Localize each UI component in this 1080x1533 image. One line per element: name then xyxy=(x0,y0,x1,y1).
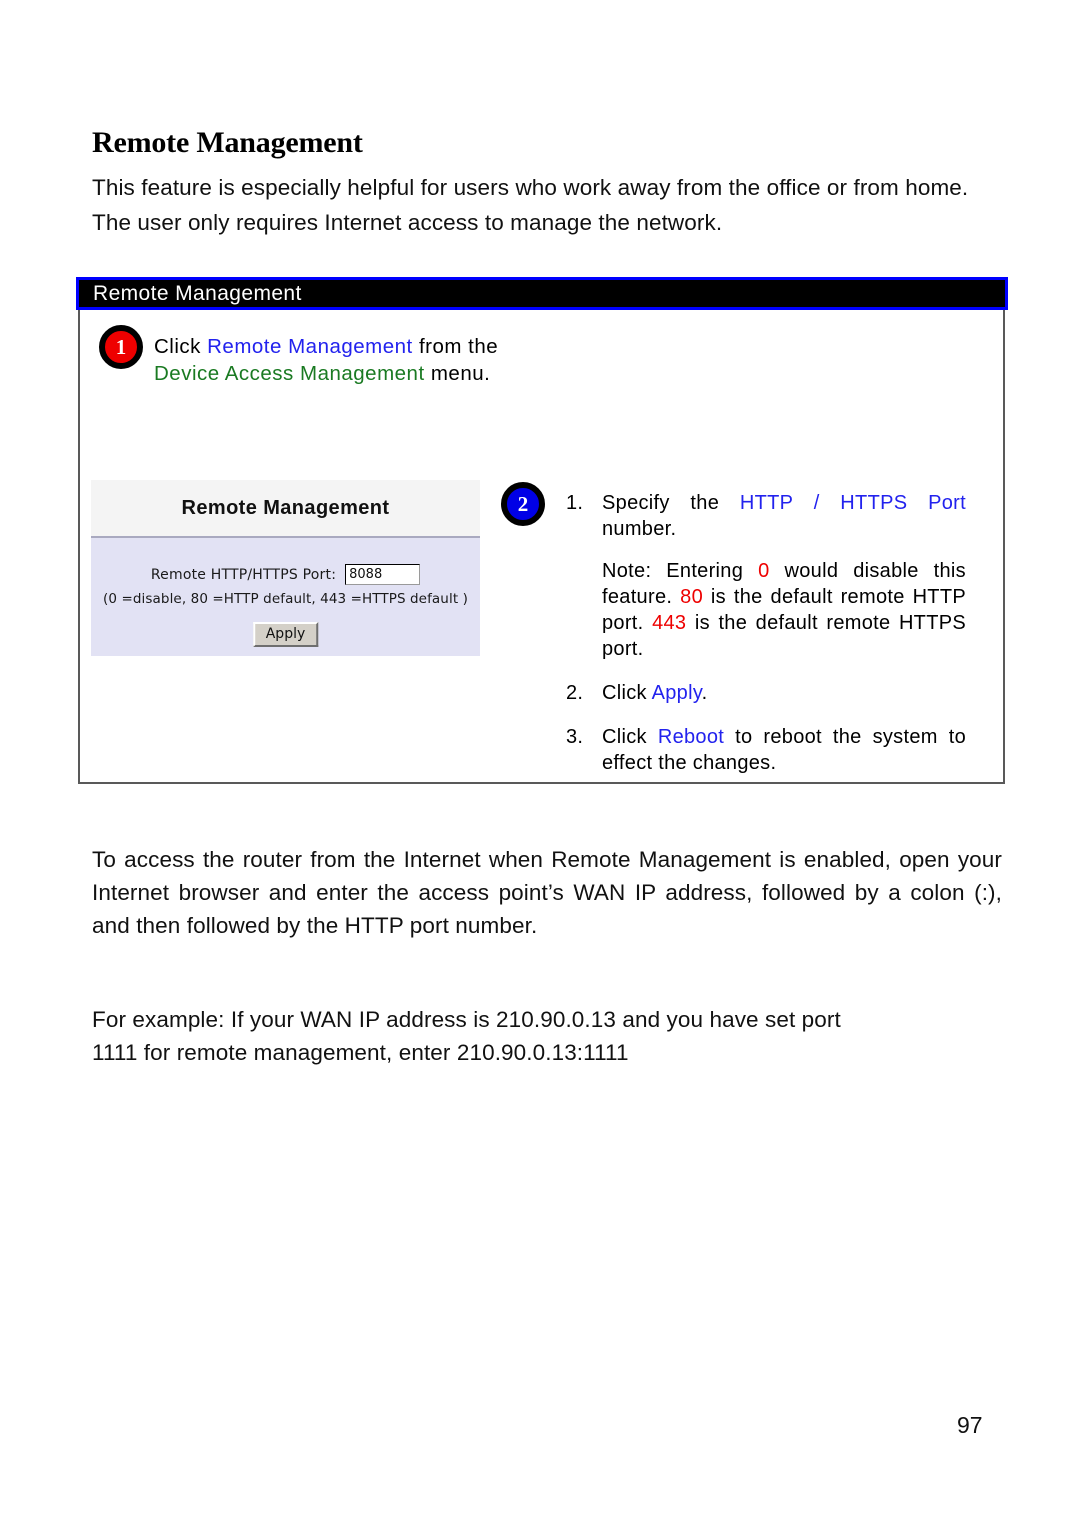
step-badge-2: 2 xyxy=(501,482,545,526)
list-item-body: Specify the HTTP / HTTPS Port number. No… xyxy=(602,490,966,662)
specify-text-2: number. xyxy=(602,518,677,540)
intro-paragraphs: This feature is especially helpful for u… xyxy=(92,172,1004,238)
note-value-443: 443 xyxy=(652,612,687,634)
step-badge-1: 1 xyxy=(99,325,143,369)
step-1-text: Click Remote Management from the Device … xyxy=(154,333,524,387)
step1-menu-device-access-management[interactable]: Device Access Management xyxy=(154,362,425,385)
click-apply-text-2: . xyxy=(701,682,708,704)
remote-port-hint: (0 =disable, 80 =HTTP default, 443 =HTTP… xyxy=(103,591,468,607)
intro-line-2: The user only requires Internet access t… xyxy=(92,210,723,235)
page-title: Remote Management xyxy=(92,126,363,159)
list-item-body: Click Apply. xyxy=(602,680,966,706)
router-panel: Remote Management Remote HTTP/HTTPS Port… xyxy=(91,480,480,656)
list-item-number: 2. xyxy=(566,682,584,704)
list-item: 2. Click Apply. xyxy=(566,680,966,706)
step-2-list: 1. Specify the HTTP / HTTPS Port number.… xyxy=(566,490,966,778)
step1-text-1: Click xyxy=(154,335,208,358)
note-text-1: Note: Entering xyxy=(602,560,759,582)
router-panel-header: Remote Management xyxy=(91,480,480,538)
list-item: 3. Click Reboot to reboot the system to … xyxy=(566,724,966,776)
step1-link-remote-management[interactable]: Remote Management xyxy=(207,335,413,358)
note-value-80: 80 xyxy=(680,586,704,608)
access-paragraph: To access the router from the Internet w… xyxy=(92,847,1002,938)
intro-line-1: This feature is especially helpful for u… xyxy=(92,175,969,200)
example-line-1: For example: If your WAN IP address is 2… xyxy=(92,1007,841,1032)
remote-port-field-row: Remote HTTP/HTTPS Port: 8088 xyxy=(91,564,480,585)
list-item-body: Click Reboot to reboot the system to eff… xyxy=(602,724,966,776)
list-item: 1. Specify the HTTP / HTTPS Port number.… xyxy=(566,490,966,662)
click-apply-text-1: Click xyxy=(602,682,652,704)
specify-port-instruction: Specify the HTTP / HTTPS Port number. xyxy=(602,490,966,542)
http-https-port-link[interactable]: HTTP / HTTPS Port xyxy=(740,492,966,514)
list-item-number: 1. xyxy=(566,492,584,514)
specify-text-1: Specify the xyxy=(602,492,740,514)
callout-title: Remote Management xyxy=(93,282,302,305)
example-line-2: 1111 for remote management, enter 210.90… xyxy=(92,1040,629,1065)
remote-port-label: Remote HTTP/HTTPS Port: xyxy=(150,566,337,583)
list-item-number: 3. xyxy=(566,726,584,748)
note-value-0: 0 xyxy=(758,560,770,582)
router-panel-body: Remote HTTP/HTTPS Port: 8088 (0 =disable… xyxy=(91,538,480,656)
example-paragraph: For example: If your WAN IP address is 2… xyxy=(92,1003,1002,1069)
router-panel-title: Remote Management xyxy=(181,496,390,519)
step1-text-2: from the xyxy=(412,335,499,358)
click-reboot-text-1: Click xyxy=(602,726,658,748)
port-note: Note: Entering 0 would disable this feat… xyxy=(602,558,966,662)
apply-link[interactable]: Apply xyxy=(652,682,702,704)
reboot-link[interactable]: Reboot xyxy=(658,726,724,748)
step1-text-3: menu. xyxy=(424,362,491,385)
callout-titlebar-inner: Remote Management xyxy=(79,280,1005,307)
callout-titlebar: Remote Management xyxy=(76,277,1008,310)
apply-button[interactable]: Apply xyxy=(252,622,319,648)
page-number: 97 xyxy=(957,1412,983,1438)
remote-port-input[interactable]: 8088 xyxy=(345,564,421,585)
